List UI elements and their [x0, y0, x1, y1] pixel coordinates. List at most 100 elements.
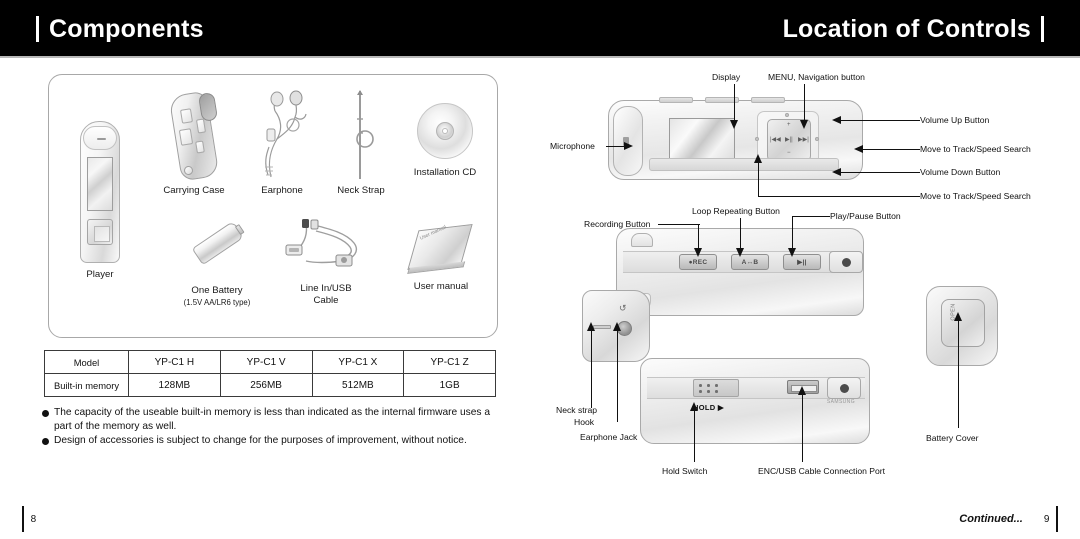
- list-item: Design of accessories is subject to chan…: [42, 434, 502, 448]
- leader-play-pause-h: [792, 216, 830, 218]
- player-top-cap-shape: [83, 126, 117, 150]
- side-round-button-dot-icon: [841, 257, 851, 267]
- leader-volume-down: [840, 172, 920, 174]
- leader-display: [734, 84, 736, 122]
- navpad-down-mark: −: [787, 150, 791, 156]
- bottom-round-button-dot-icon: [839, 383, 849, 393]
- carrying-case-window-1: [179, 108, 194, 124]
- spec-cell-0-2: YP-C1 X: [311, 350, 405, 374]
- bottom-round-button[interactable]: [827, 377, 861, 399]
- component-installation-cd: Installation CD: [401, 103, 489, 179]
- spec-cell-1-1: 256MB: [219, 373, 313, 397]
- spec-row-header-0: Model: [44, 350, 129, 374]
- neck-strap-hook-slot-shape: [593, 325, 611, 329]
- label-hold-switch: Hold Switch: [662, 466, 708, 476]
- earphone-illustration: [251, 89, 313, 181]
- component-carrying-case-label: Carrying Case: [163, 185, 225, 196]
- label-display: Display: [712, 72, 741, 82]
- footer-left-group: 8: [22, 506, 36, 532]
- leader-recording-h: [658, 224, 700, 226]
- leader-track-search-lower-arrow: [754, 154, 762, 163]
- leader-earphone-jack-arrow: [613, 322, 621, 331]
- label-menu-navigation-button: MENU, Navigation button: [768, 72, 865, 82]
- left-page-number: 8: [30, 513, 37, 525]
- navpad-up-mark: +: [787, 122, 791, 128]
- leader-track-search-upper-arrow: [854, 145, 863, 153]
- battery-body-shape: [191, 220, 245, 266]
- leader-hold-switch: [694, 410, 696, 462]
- component-one-battery-label: One Battery: [191, 285, 243, 296]
- leader-enc-usb-port: [802, 394, 804, 462]
- component-player-label: Player: [86, 269, 114, 280]
- player-illustration: [77, 121, 123, 263]
- battery-illustration: [187, 220, 247, 281]
- notes-list: The capacity of the useable built-in mem…: [42, 406, 502, 449]
- footer-left-bar-icon: [22, 506, 24, 532]
- label-neck-strap-hook-line1: Neck strap: [556, 405, 598, 415]
- leader-play-pause-v: [792, 216, 794, 250]
- label-enc-usb-cable-connection-port: ENC/USB Cable Connection Port: [758, 466, 886, 476]
- leader-enc-usb-port-arrow: [798, 386, 806, 395]
- component-user-manual: User manual User manual: [391, 221, 491, 293]
- component-line-in-usb-cable-label: Line In/USB: [300, 283, 352, 294]
- header-left-title: Components: [49, 15, 204, 43]
- leader-loop-repeating: [740, 218, 742, 250]
- loop-repeat-icon: ↺: [619, 303, 627, 313]
- page-footer: 8 Continued... 9: [0, 498, 1080, 539]
- label-move-to-track-speed-search-lower: Move to Track/Speed Search: [920, 191, 1031, 201]
- header-right-tick-icon: [1041, 16, 1044, 42]
- component-installation-cd-label: Installation CD: [413, 167, 477, 178]
- leader-volume-up: [840, 120, 920, 122]
- navpad-left-mark: |◀◀: [770, 137, 781, 143]
- list-item: The capacity of the useable built-in mem…: [42, 406, 502, 433]
- right-page-number: 9: [1043, 513, 1050, 525]
- leader-battery-cover: [958, 320, 960, 428]
- leader-volume-down-arrow: [832, 168, 841, 176]
- label-recording-button: Recording Button: [584, 219, 651, 229]
- spec-cell-0-1: YP-C1 V: [219, 350, 313, 374]
- track-search-right-button-shape: [815, 137, 819, 141]
- manual-spread-page: Components Location of Controls Player C…: [0, 0, 1080, 539]
- leader-play-pause-arrow: [788, 248, 796, 257]
- leader-recording-v: [698, 224, 700, 250]
- leader-recording-arrow: [694, 248, 702, 257]
- table-row: Model YP-C1 H YP-C1 V YP-C1 X YP-C1 Z: [44, 350, 496, 374]
- player-front-view-illustration: + |◀◀ ▶|| ▶▶| −: [608, 97, 863, 180]
- earphone-svg: [265, 90, 307, 178]
- leader-microphone-arrow: [624, 142, 633, 150]
- user-manual-illustration: User manual: [407, 221, 473, 277]
- component-earphone-label: Earphone: [261, 185, 303, 196]
- component-carrying-case: Carrying Case: [154, 89, 234, 197]
- note-text-0: The capacity of the useable built-in mem…: [54, 407, 491, 432]
- battery-cover-view-illustration: OPEN: [926, 286, 998, 366]
- label-battery-cover: Battery Cover: [926, 433, 979, 443]
- header-left-tick-icon: [36, 16, 39, 42]
- battery-cover-shape: [941, 299, 985, 347]
- footer-right-bar-icon: [1056, 506, 1058, 532]
- carrying-case-illustration: [168, 89, 220, 182]
- component-neck-strap: Neck Strap: [327, 89, 395, 197]
- component-earphone: Earphone: [244, 89, 320, 197]
- leader-display-arrow: [730, 120, 738, 129]
- front-lower-strip-shape: [649, 158, 839, 171]
- component-one-battery: One Battery (1.5V AA/LR6 type): [167, 220, 267, 308]
- side-hook-tab-shape: [631, 233, 653, 247]
- components-illustration-box: Player Carrying Case Earphone Neck Strap…: [48, 74, 498, 338]
- hold-switch-shape[interactable]: [693, 379, 739, 397]
- leader-track-search-lower-v: [758, 162, 760, 197]
- player-screen-shape: [87, 157, 113, 211]
- label-play-pause-button: Play/Pause Button: [830, 211, 901, 221]
- label-microphone: Microphone: [550, 141, 595, 151]
- navpad-center-mark: ▶||: [785, 137, 793, 143]
- leader-track-search-upper: [862, 149, 920, 151]
- cable-illustration: [284, 219, 368, 281]
- leader-earphone-jack: [617, 330, 619, 422]
- side-round-button[interactable]: [829, 251, 863, 273]
- spec-cell-1-0: 128MB: [128, 373, 221, 397]
- header-left-group: Components: [36, 16, 204, 42]
- navpad-right-mark: ▶▶|: [798, 137, 809, 143]
- component-line-in-usb-cable: Line In/USB Cable: [271, 219, 381, 307]
- spec-cell-1-3: 1GB: [403, 373, 496, 397]
- component-user-manual-label: User manual: [413, 281, 469, 292]
- brand-text: SAMSUNG: [826, 399, 855, 405]
